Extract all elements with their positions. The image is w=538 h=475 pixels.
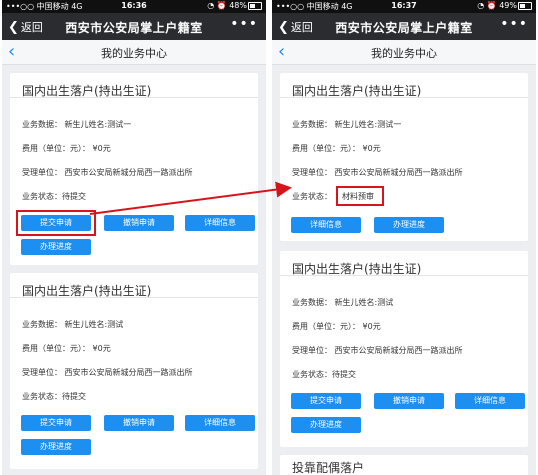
battery-indicator: ◔ ⏰ 48% [207, 1, 262, 10]
card-title: 国内出生落户(持出生证) [10, 73, 258, 98]
progress-button[interactable]: 办理进度 [374, 217, 444, 233]
phone-screen-right: •••○○ 中国移动 4G 16:37 ◔ ⏰ 49% ❮ 返回 西安市公安局掌上… [272, 0, 536, 475]
business-state: 业务状态：待提交 [22, 192, 86, 201]
title-bar: ❮ 返回 西安市公安局掌上户籍室 ••• [272, 13, 536, 40]
highlight-box [16, 210, 96, 236]
battery-indicator: ◔ ⏰ 49% [477, 1, 532, 10]
page-title: 西安市公安局掌上户籍室 [65, 21, 203, 35]
cancel-application-button[interactable]: 撤销申请 [104, 415, 174, 431]
battery-icon [518, 1, 532, 10]
detail-info-button[interactable]: 详细信息 [455, 393, 525, 409]
cancel-application-button[interactable]: 撤销申请 [374, 393, 444, 409]
business-card: 投靠配偶落户 [280, 455, 528, 475]
title-bar: ❮ 返回 西安市公安局掌上户籍室 ••• [2, 13, 266, 40]
more-icon[interactable]: ••• [230, 16, 258, 32]
fee: 费用（单位：元）： ¥0元 [22, 344, 111, 353]
business-card: 国内出生落户(持出生证) 业务数据： 新生儿姓名:测试 费用（单位：元）： ¥0… [280, 251, 528, 447]
business-card: 国内出生落户(持出生证) 业务数据： 新生儿姓名:测试 费用（单位：元）： ¥0… [10, 273, 258, 469]
accept-unit: 受理单位： 西安市公安局新城分局西一路派出所 [22, 168, 193, 177]
detail-info-button[interactable]: 详细信息 [185, 415, 255, 431]
section-title: 我的业务中心 [101, 47, 167, 60]
submit-application-button[interactable]: 提交申请 [21, 415, 91, 431]
cancel-application-button[interactable]: 撤销申请 [104, 215, 174, 231]
page-title: 西安市公安局掌上户籍室 [335, 21, 473, 35]
business-data: 业务数据： 新生儿姓名:测试 [292, 298, 394, 307]
fee: 费用（单位：元）： ¥0元 [292, 144, 381, 153]
sub-header: ‹ 我的业务中心 [2, 40, 266, 65]
sub-header: ‹ 我的业务中心 [272, 40, 536, 65]
business-state: 业务状态： [292, 192, 332, 201]
battery-icon [248, 1, 262, 10]
detail-info-button[interactable]: 详细信息 [291, 217, 361, 233]
business-state: 业务状态：待提交 [22, 392, 86, 401]
fee: 费用（单位：元）： ¥0元 [292, 322, 381, 331]
business-data: 业务数据： 新生儿姓名:测试一 [22, 120, 132, 129]
section-title: 我的业务中心 [371, 47, 437, 60]
accept-unit: 受理单位： 西安市公安局新城分局西一路派出所 [292, 168, 463, 177]
card-title: 投靠配偶落户 [292, 461, 365, 475]
status-bar: •••○○ 中国移动 4G 16:37 ◔ ⏰ 49% [272, 0, 536, 13]
progress-button[interactable]: 办理进度 [291, 417, 361, 433]
card-title: 国内出生落户(持出生证) [280, 251, 528, 276]
accept-unit: 受理单位： 西安市公安局新城分局西一路派出所 [292, 346, 463, 355]
more-icon[interactable]: ••• [500, 16, 528, 32]
business-card: 国内出生落户(持出生证) 业务数据： 新生儿姓名:测试一 费用（单位：元）： ¥… [10, 73, 258, 265]
business-state: 业务状态：待提交 [292, 370, 356, 379]
submit-application-button[interactable]: 提交申请 [291, 393, 361, 409]
detail-info-button[interactable]: 详细信息 [185, 215, 255, 231]
business-card: 国内出生落户(持出生证) 业务数据： 新生儿姓名:测试一 费用（单位：元）： ¥… [280, 73, 528, 241]
card-title: 国内出生落户(持出生证) [10, 273, 258, 298]
business-data: 业务数据： 新生儿姓名:测试一 [292, 120, 402, 129]
status-value: 材料预审 [342, 192, 374, 201]
phone-screen-left: •••○○ 中国移动 4G 16:36 ◔ ⏰ 48% ❮ 返回 西安市公安局掌上… [2, 0, 266, 475]
status-bar: •••○○ 中国移动 4G 16:36 ◔ ⏰ 48% [2, 0, 266, 13]
progress-button[interactable]: 办理进度 [21, 439, 91, 455]
accept-unit: 受理单位： 西安市公安局新城分局西一路派出所 [22, 368, 193, 377]
progress-button[interactable]: 办理进度 [21, 239, 91, 255]
fee: 费用（单位：元）： ¥0元 [22, 144, 111, 153]
business-data: 业务数据： 新生儿姓名:测试 [22, 320, 124, 329]
card-title: 国内出生落户(持出生证) [280, 73, 528, 98]
